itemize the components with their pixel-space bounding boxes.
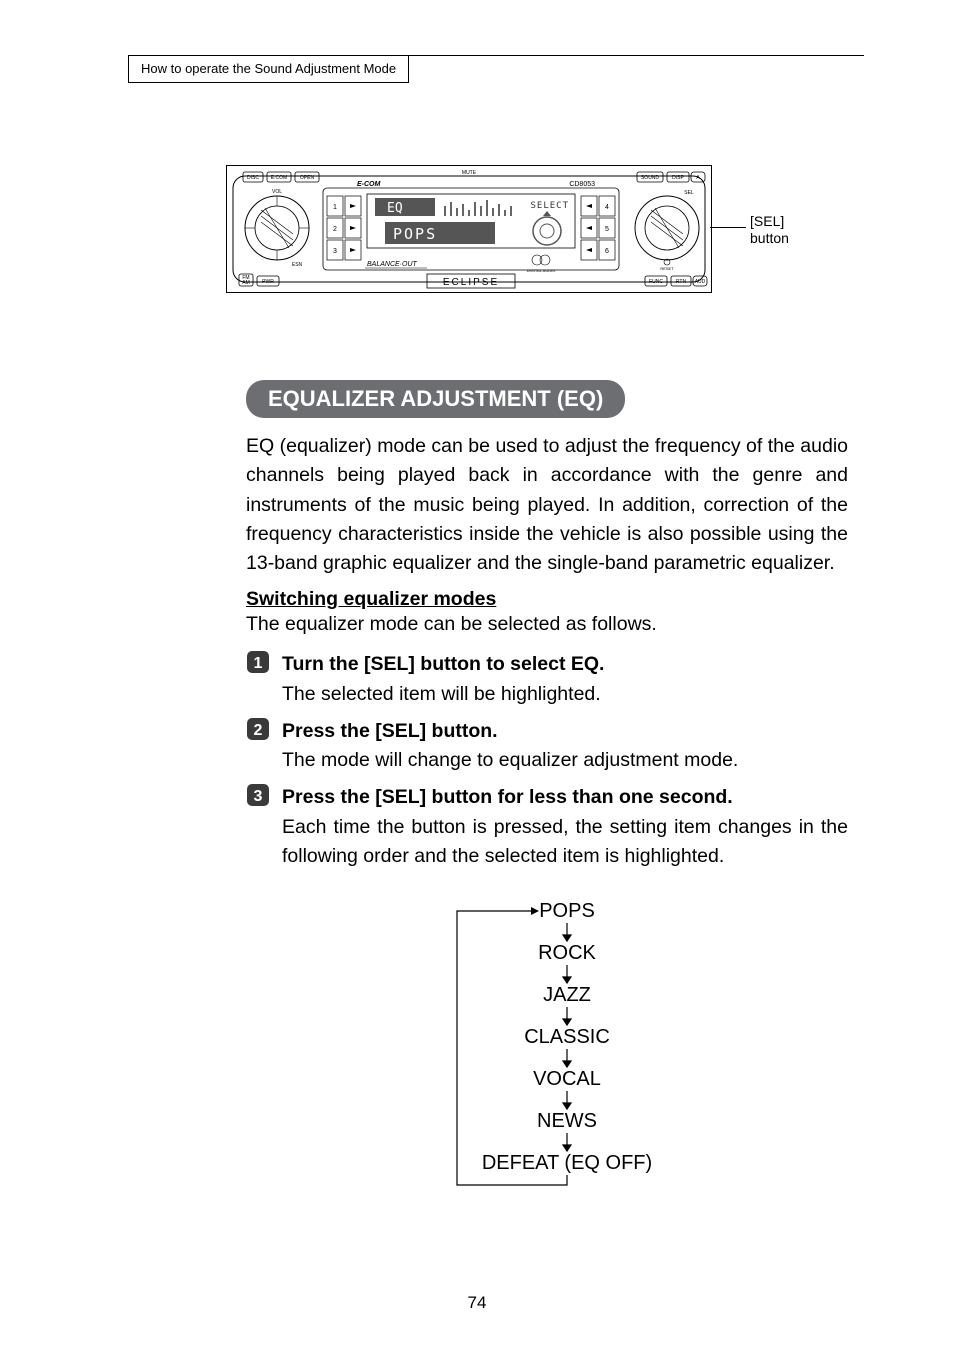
brand-eclipse: ECLIPSE <box>443 277 499 288</box>
brand-ecom: E-COM <box>357 181 381 188</box>
brand-cd: CD8053 <box>569 181 595 188</box>
device-svg: DISC E.COM OPEN MUTE SOUND DISP A FM <box>227 166 711 292</box>
btn-4: 4 <box>605 204 609 211</box>
top-label-open: OPEN <box>300 175 315 181</box>
sel-label: SEL <box>684 190 694 196</box>
step-3-badge: 3 <box>246 783 272 807</box>
step-2: 2 Press the [SEL] button. The mode will … <box>246 717 848 776</box>
cycle-item-rock: ROCK <box>538 942 596 964</box>
cycle-item-defeat: DEFEAT (EQ OFF) <box>482 1152 652 1174</box>
badge-3-icon: 3 <box>246 783 270 807</box>
subheading: Switching equalizer modes <box>246 588 848 611</box>
bot-label-pwr: PWR <box>262 279 274 285</box>
btn-2: 2 <box>333 226 337 233</box>
cycle-item-classic: CLASSIC <box>524 1026 610 1048</box>
btn-1: 1 <box>333 204 337 211</box>
btn-5: 5 <box>605 226 609 233</box>
bot-label-am: AM <box>242 280 250 286</box>
breadcrumb: How to operate the Sound Adjustment Mode <box>128 55 409 83</box>
manual-page: How to operate the Sound Adjustment Mode… <box>0 0 954 1355</box>
step-2-title: Press the [SEL] button. <box>282 720 498 742</box>
step-3-title: Press the [SEL] button for less than one… <box>282 786 733 808</box>
reset-label: RESET <box>660 266 674 271</box>
btn-6: 6 <box>605 248 609 255</box>
step-1-desc: The selected item will be highlighted. <box>282 683 601 705</box>
down-arrow-icon <box>563 1007 571 1025</box>
cycle-item-vocal: VOCAL <box>533 1068 601 1090</box>
lcd-select: SELECT <box>530 201 569 211</box>
step-1: 1 Turn the [SEL] button to select EQ. Th… <box>246 650 848 709</box>
page-number: 74 <box>0 1293 954 1313</box>
callout-sel: [SEL] button <box>750 213 789 247</box>
balance-out: BALANCE·OUT <box>367 261 418 268</box>
callout-line1: [SEL] <box>750 213 784 229</box>
breadcrumb-text: How to operate the Sound Adjustment Mode <box>141 61 396 76</box>
bot-label-aud: AUD <box>695 279 706 285</box>
top-label-disp: DISP <box>672 175 684 181</box>
cycle-item-pops: POPS <box>539 900 595 922</box>
step-2-badge: 2 <box>246 717 272 741</box>
btn-3: 3 <box>333 248 337 255</box>
vol-label: VOL <box>272 189 282 195</box>
step-3: 3 Press the [SEL] button for less than o… <box>246 783 848 871</box>
badge-1-icon: 1 <box>246 650 270 674</box>
step-1-badge: 1 <box>246 650 272 674</box>
cycle-item-jazz: JAZZ <box>543 984 591 1006</box>
section-title: EQUALIZER ADJUSTMENT (EQ) <box>246 380 625 418</box>
device-frame: DISC E.COM OPEN MUTE SOUND DISP A FM <box>226 165 712 293</box>
step-2-body: Press the [SEL] button. The mode will ch… <box>282 717 848 776</box>
svg-text:DIGITAL AUDIO: DIGITAL AUDIO <box>527 268 556 273</box>
down-arrow-icon <box>563 1091 571 1109</box>
lcd-eq: EQ <box>387 201 403 216</box>
lcd-pops: POPS <box>393 225 437 243</box>
callout-line <box>710 227 746 228</box>
badge-2-icon: 2 <box>246 717 270 741</box>
bot-label-rtn: RTN <box>676 279 687 285</box>
top-label-sound: SOUND <box>641 175 659 181</box>
top-label-disc: DISC <box>247 175 259 181</box>
down-arrow-icon <box>563 923 571 941</box>
svg-text:3: 3 <box>254 788 263 805</box>
step-3-body: Press the [SEL] button for less than one… <box>282 783 848 871</box>
right-arrow-icon <box>531 907 539 915</box>
top-label-ecom: E.COM <box>271 175 287 181</box>
down-arrow-icon <box>563 1133 571 1151</box>
cycle-item-news: NEWS <box>537 1110 597 1132</box>
top-label-mute: MUTE <box>462 170 477 176</box>
step-1-title: Turn the [SEL] button to select EQ. <box>282 653 604 675</box>
down-arrow-icon <box>563 1049 571 1067</box>
svg-text:1: 1 <box>254 655 263 672</box>
bot-label-func: FUNC <box>649 279 663 285</box>
section-title-text: EQUALIZER ADJUSTMENT (EQ) <box>268 386 603 411</box>
svg-text:2: 2 <box>254 722 263 739</box>
step-3-desc: Each time the button is pressed, the set… <box>282 816 848 867</box>
device-illustration: DISC E.COM OPEN MUTE SOUND DISP A FM <box>226 165 844 293</box>
cycle-diagram: POPS ROCK JAZZ CLASSIC VOCAL NEWS DEFEAT… <box>246 893 848 1193</box>
follow-text: The equalizer mode can be selected as fo… <box>246 613 848 636</box>
cycle-svg: POPS ROCK JAZZ CLASSIC VOCAL NEWS DEFEAT… <box>397 893 697 1193</box>
content: EQUALIZER ADJUSTMENT (EQ) EQ (equalizer)… <box>246 380 848 1193</box>
callout-line2: button <box>750 230 789 246</box>
step-1-body: Turn the [SEL] button to select EQ. The … <box>282 650 848 709</box>
intro-text: EQ (equalizer) mode can be used to adjus… <box>246 432 848 578</box>
step-2-desc: The mode will change to equalizer adjust… <box>282 749 738 771</box>
bot-label-esn: ESN <box>292 262 303 268</box>
down-arrow-icon <box>563 965 571 983</box>
